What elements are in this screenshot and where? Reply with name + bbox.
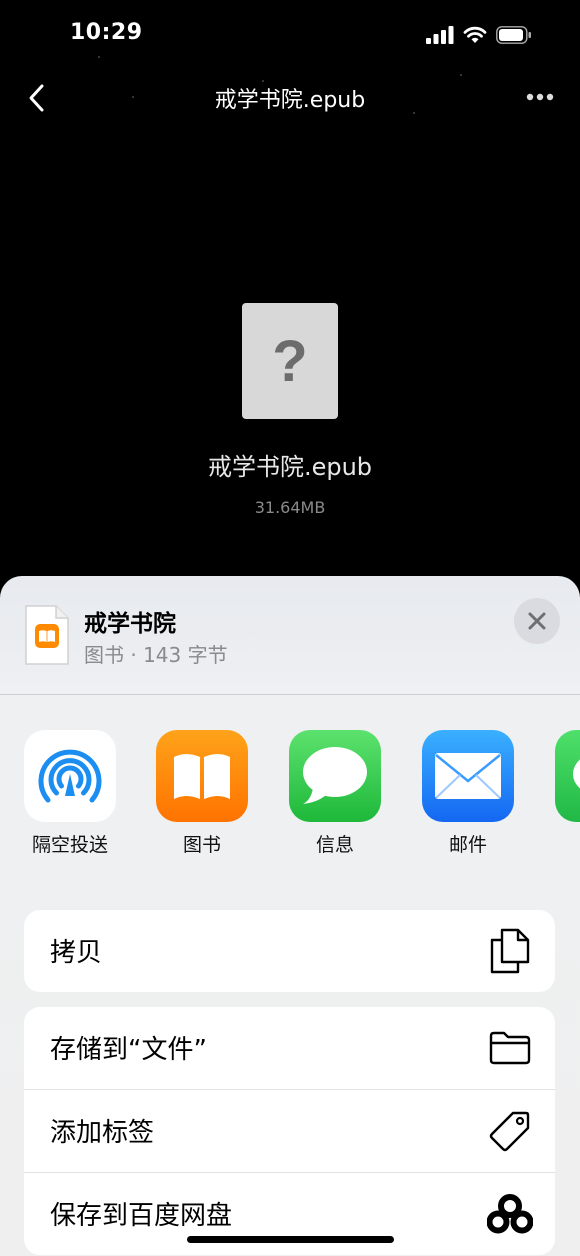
share-sheet: 戒学书院 图书 · 143 字节 隔空投送 图书 信息 邮件 拷贝 存储到“文件… (0, 576, 580, 1256)
file-size: 31.64MB (254, 498, 326, 517)
app-label: 信息 (315, 834, 354, 856)
messages-icon (289, 730, 381, 822)
action-copy[interactable]: 拷贝 (24, 910, 555, 992)
app-messages[interactable]: 信息 (287, 730, 383, 857)
close-icon (528, 612, 546, 630)
more-options-button[interactable] (522, 82, 558, 112)
nav-bar: 戒学书院.epub (0, 70, 580, 126)
file-name: 戒学书院.epub (207, 453, 373, 481)
action-add-tag[interactable]: 添加标签 (24, 1090, 555, 1173)
copy-icon (487, 928, 533, 974)
background-dot (98, 56, 100, 58)
action-label: 存储到“文件” (50, 1035, 207, 1065)
chat-app-icon (555, 730, 580, 822)
app-books[interactable]: 图书 (154, 730, 250, 857)
folder-icon (487, 1025, 533, 1071)
document-subtitle: 图书 · 143 字节 (84, 643, 228, 667)
document-title: 戒学书院 (84, 611, 176, 637)
battery-icon (496, 26, 531, 44)
baidu-netdisk-icon (487, 1191, 533, 1237)
ellipsis-icon (526, 93, 554, 101)
question-mark-glyph: ? (272, 328, 308, 394)
app-airdrop[interactable]: 隔空投送 (22, 730, 118, 857)
app-label: 图书 (182, 834, 221, 856)
close-button[interactable] (514, 598, 560, 644)
status-time: 10:29 (70, 20, 143, 45)
airdrop-icon (24, 730, 116, 822)
action-label: 添加标签 (50, 1118, 155, 1148)
page-title: 戒学书院.epub (214, 88, 366, 113)
wifi-icon (463, 26, 487, 43)
app-label: 邮件 (448, 834, 487, 856)
action-group-copy: 拷贝 (24, 910, 555, 992)
document-thumbnail (24, 604, 70, 666)
app-label: 隔空投送 (31, 834, 108, 856)
action-label: 保存到百度网盘 (50, 1201, 233, 1231)
epub-document-icon (25, 605, 69, 665)
app-mail[interactable]: 邮件 (420, 730, 516, 857)
unknown-file-icon: ? (242, 303, 338, 419)
status-icons (426, 22, 532, 48)
share-app-row: 隔空投送 图书 信息 邮件 (0, 730, 580, 860)
home-indicator[interactable] (187, 1236, 394, 1243)
action-label: 拷贝 (50, 938, 103, 968)
app-partial-next[interactable] (553, 730, 580, 822)
action-save-to-files[interactable]: 存储到“文件” (24, 1007, 555, 1090)
status-bar: 10:29 (0, 0, 580, 70)
mail-icon (422, 730, 514, 822)
action-group-more: 存储到“文件” 添加标签 保存到百度网盘 (24, 1007, 555, 1255)
cellular-signal-icon (426, 26, 454, 44)
books-icon (156, 730, 248, 822)
share-sheet-header: 戒学书院 图书 · 143 字节 (0, 576, 580, 695)
tag-icon (487, 1108, 533, 1154)
